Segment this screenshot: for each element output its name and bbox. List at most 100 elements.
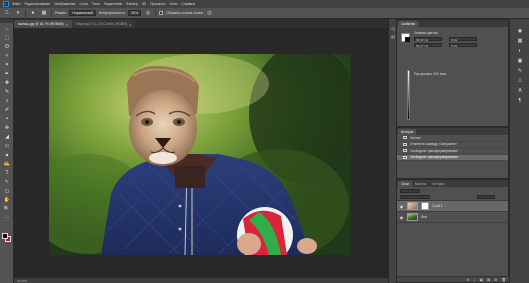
layer-name: Фон (421, 215, 428, 219)
visibility-eye-icon[interactable]: ◉ (399, 204, 404, 209)
layer-mask-thumbnail[interactable] (421, 202, 429, 210)
brush-preset-icon[interactable]: ● (29, 10, 37, 17)
paragraph-panel-icon[interactable]: ¶ (516, 97, 524, 104)
height-value: 54,27 см (416, 44, 428, 48)
collapsed-panels-strip: ◷ ▤ (388, 19, 396, 283)
path-select-icon[interactable]: ↖ (3, 179, 11, 186)
document-tab-active[interactable]: малыш.jpg @ 16,7% (RGB/8#) × (14, 20, 73, 28)
menu-3d[interactable]: 3D (142, 2, 146, 6)
brush-tool-icon[interactable]: ✎ (3, 89, 11, 96)
options-bar: ⎍ ▾ ● ▦ Режим: Нормальный Непрозрачность… (0, 8, 529, 19)
history-state-icon (403, 136, 407, 140)
menu-layers[interactable]: Слои (80, 2, 88, 6)
eraser-icon[interactable]: ◓ (3, 116, 11, 123)
blur-tool-icon[interactable]: ◢ (3, 134, 11, 141)
healing-brush-icon[interactable]: ✚ (3, 80, 11, 87)
foreground-color-swatch[interactable] (2, 233, 8, 239)
move-tool-icon[interactable]: ↔ (3, 26, 11, 33)
layer-row[interactable]: ◉ Фон (397, 212, 508, 223)
eyedropper-icon[interactable]: ✒ (3, 71, 11, 78)
divider (155, 9, 157, 17)
layers-panel: Слои Каналы Контуры ◉ Слой 1 ◉ Фон fx ◐ ▣ ▤… (396, 179, 510, 283)
group-icon[interactable]: ▤ (487, 278, 490, 282)
marquee-tool-icon[interactable]: ⬚ (3, 35, 11, 42)
blend-mode-select[interactable] (400, 195, 430, 199)
tab-history[interactable]: История (398, 129, 417, 135)
dodge-tool-icon[interactable]: ▭ (3, 143, 11, 150)
brush-panel-icon[interactable]: ✎ (516, 67, 524, 74)
clone-source-icon[interactable]: ⎍ (516, 77, 524, 84)
history-state-label: Свободное трансформирование (410, 148, 459, 153)
status-bar: 16,67% (14, 278, 388, 283)
pressure-opacity-icon[interactable]: ◎ (144, 10, 152, 17)
document-canvas-image[interactable] (49, 54, 351, 255)
zoom-tool-icon[interactable]: 🔍 (3, 206, 11, 213)
history-state-label: Отменить команду «Загрузить» (410, 142, 457, 147)
sample-all-checkbox[interactable] (159, 11, 164, 15)
quick-select-icon[interactable]: ✧ (3, 53, 11, 60)
chevron-down-icon[interactable]: ▾ (14, 10, 22, 17)
crop-tool-icon[interactable]: ⌗ (3, 62, 11, 69)
hand-tool-icon[interactable]: ✋ (3, 197, 11, 204)
layer-opacity-input[interactable] (477, 195, 495, 199)
fx-icon[interactable]: fx (467, 278, 470, 282)
x-field[interactable]: 0 см (449, 37, 477, 42)
document-tab-bar: малыш.jpg @ 16,7% (RGB/8#) × Переход © 1… (14, 19, 388, 28)
layer-thumbnail (407, 202, 418, 210)
trash-icon[interactable]: 🗑 (501, 278, 506, 282)
layer-filter-select[interactable] (400, 189, 420, 193)
menu-view[interactable]: Просмотр (150, 2, 166, 6)
document-tab-label: малыш.jpg @ 16,7% (RGB/8#) (18, 22, 64, 26)
menu-bar: Ps Файл Редактирование Изображение Слои … (0, 0, 529, 8)
document-tab[interactable]: Переход © 11,70 (Слой 0, RGB/8) × (72, 20, 136, 28)
menu-file[interactable]: Файл (12, 2, 20, 6)
menu-image[interactable]: Изображение (54, 2, 75, 6)
character-panel-icon[interactable]: A (516, 87, 524, 94)
close-icon[interactable]: × (66, 22, 68, 27)
brush-panel-icon[interactable]: ▦ (40, 10, 48, 17)
history-panel: История Листья Отменить команду «Загрузит… (396, 127, 509, 179)
height-field[interactable]: 54,27 см (414, 43, 442, 48)
menu-window[interactable]: Окно (170, 2, 178, 6)
menu-help[interactable]: Справка (181, 2, 194, 6)
new-layer-icon[interactable]: ⊞ (494, 278, 497, 282)
pressure-size-icon[interactable]: ◎ (206, 10, 214, 17)
layers-tabs: Слои Каналы Контуры (397, 180, 508, 187)
x-value: 0 см (451, 38, 458, 42)
layers-controls (397, 187, 508, 201)
layer-row[interactable]: ◉ Слой 1 (397, 201, 508, 212)
canvas-area[interactable] (14, 28, 388, 278)
stamp-tool-icon[interactable]: ⎍ (3, 10, 11, 17)
color-panel-icon[interactable]: ◉ (516, 27, 524, 34)
freeform-pen-icon[interactable]: ✍ (3, 161, 11, 168)
y-field[interactable]: 0 см (449, 43, 477, 48)
adjustments-panel-icon[interactable]: ◐ (516, 47, 524, 54)
width-field[interactable]: 46,32 см (414, 37, 442, 42)
menu-select[interactable]: Выделение (104, 2, 122, 6)
pen-tool-icon[interactable]: ▲ (3, 152, 11, 159)
menu-edit[interactable]: Редактирование (24, 2, 50, 6)
opacity-input[interactable]: 50% (128, 10, 142, 16)
visibility-eye-icon[interactable]: ◉ (399, 215, 404, 220)
type-tool-icon[interactable]: T (3, 170, 11, 177)
layers-footer: fx ◐ ▣ ▤ ⊞ 🗑 (397, 276, 510, 282)
clone-stamp-icon[interactable]: ⌕ (3, 98, 11, 105)
lasso-tool-icon[interactable]: ʘ (3, 44, 11, 51)
tab-properties[interactable]: Свойства (398, 21, 418, 27)
menu-filter[interactable]: Фильтр (126, 2, 137, 6)
toolbar-header[interactable] (0, 19, 13, 23)
styles-panel-icon[interactable]: ▣ (516, 57, 524, 64)
layer-mask-icon[interactable]: ▣ (480, 278, 483, 282)
mode-select[interactable]: Нормальный (69, 10, 96, 16)
close-icon[interactable]: × (129, 22, 131, 27)
menu-type[interactable]: Текст (92, 2, 101, 6)
history-brush-icon[interactable]: ✐ (3, 107, 11, 114)
adjustment-layer-icon[interactable]: ◐ (473, 278, 475, 282)
history-state-label: Свободное трансформирование (410, 155, 459, 160)
gradient-tool-icon[interactable]: ✜ (3, 125, 11, 132)
history-state[interactable]: Свободное трансформирование (397, 154, 508, 161)
shape-tool-icon[interactable]: ◻ (3, 188, 11, 195)
swatches-panel-icon[interactable]: ▦ (516, 37, 524, 44)
more-tools-icon[interactable]: ⋯ (3, 215, 11, 222)
history-state-icon (403, 149, 407, 153)
